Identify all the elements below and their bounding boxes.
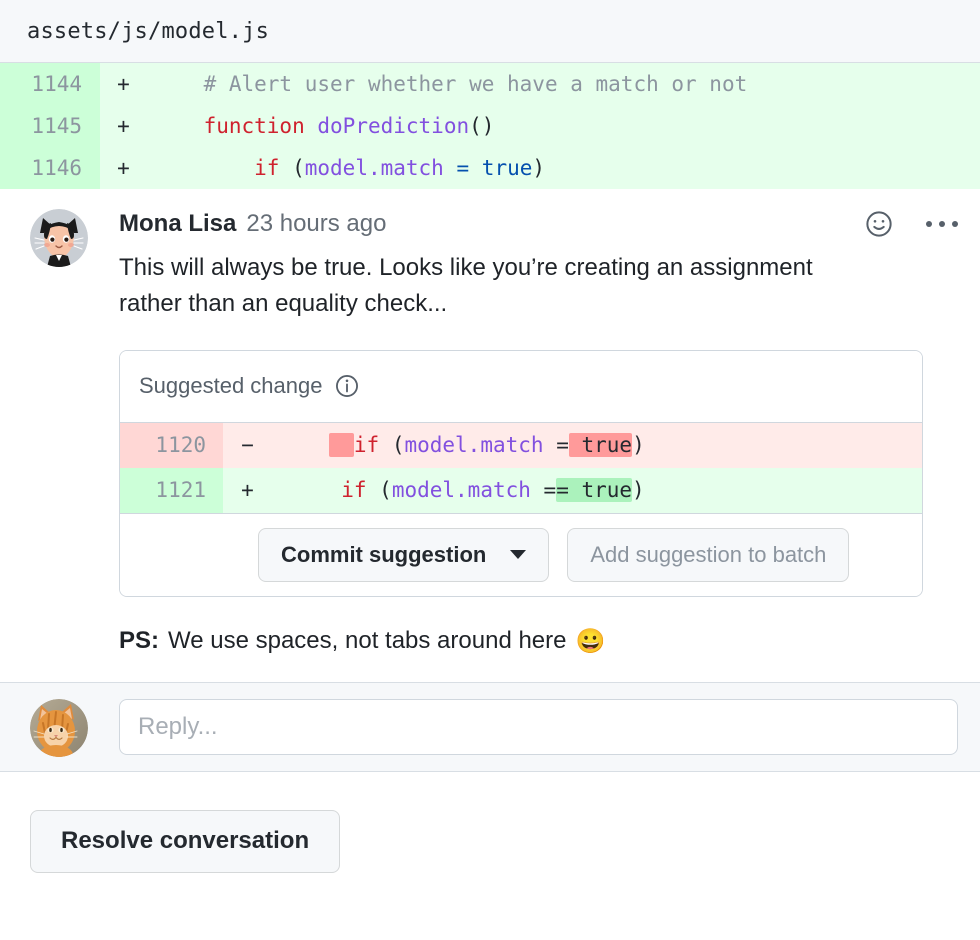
- code-token: (): [469, 114, 495, 138]
- code-token: if: [341, 478, 367, 503]
- code-token: if: [353, 433, 380, 458]
- mona-lisa-octocat-avatar: [30, 209, 88, 267]
- diff-sign: −: [223, 422, 272, 468]
- ps-label: PS:: [119, 627, 160, 655]
- commit-suggestion-button[interactable]: Commit suggestion: [258, 527, 550, 582]
- suggested-change-box: Suggested change 1120− if (model.match =…: [119, 349, 923, 597]
- kebab-menu-icon[interactable]: [926, 221, 958, 227]
- code-token: ): [632, 433, 645, 458]
- code-line: if (model.match = true): [147, 147, 980, 189]
- diff-line: 1144 + # Alert user whether we have a mat…: [0, 63, 980, 105]
- grinning-face-emoji: 😀: [575, 627, 606, 655]
- code-token: true: [568, 433, 633, 458]
- comment-meta: Mona Lisa 23 hours ago: [119, 207, 958, 241]
- code-review-thread: assets/js/model.js 1144 + # Alert user wh…: [0, 0, 980, 940]
- comment-timestamp: 23 hours ago: [246, 210, 387, 237]
- code-token: =: [543, 433, 569, 458]
- code-token: ): [532, 156, 546, 180]
- reply-placeholder: Reply...: [138, 712, 218, 740]
- line-number: 1120: [120, 422, 223, 468]
- commit-suggestion-label: Commit suggestion: [281, 541, 487, 567]
- code-token: = true: [556, 478, 633, 503]
- diff-line: 1145 + function doPrediction(): [0, 105, 980, 147]
- chevron-down-icon: [510, 550, 527, 560]
- code-token: ): [632, 478, 645, 503]
- code-line: if (model.match = true): [272, 422, 922, 468]
- code-token: # Alert user whether we have a match or …: [203, 72, 748, 96]
- ps-text: We use spaces, not tabs around here: [168, 627, 567, 655]
- diff-line: 1120− if (model.match = true): [120, 422, 922, 468]
- code-line: # Alert user whether we have a match or …: [147, 63, 980, 105]
- code-token: [328, 433, 354, 458]
- file-path: assets/js/model.js: [27, 18, 270, 44]
- suggestion-actions: Commit suggestion Add suggestion to batc…: [120, 512, 922, 596]
- reply-bar: Reply...: [0, 681, 980, 772]
- diff-line: 1146 + if (model.match = true): [0, 147, 980, 189]
- resolve-conversation-label: Resolve conversation: [61, 827, 310, 855]
- code-line: if (model.match == true): [272, 467, 922, 513]
- suggestion-header: Suggested change: [120, 350, 922, 423]
- line-number: 1145: [0, 105, 100, 147]
- diff-line: 1121 + if (model.match == true): [120, 467, 922, 513]
- code-token: model.match: [391, 478, 531, 503]
- avatar[interactable]: [30, 209, 88, 267]
- line-number: 1146: [0, 147, 100, 189]
- info-icon[interactable]: [334, 373, 360, 399]
- code-token: model.match: [304, 156, 444, 180]
- code-token: (: [379, 433, 405, 458]
- resolve-wrap: Resolve conversation: [0, 772, 980, 873]
- comment-author: Mona Lisa: [119, 210, 237, 237]
- add-suggestion-to-batch-button[interactable]: Add suggestion to batch: [567, 527, 850, 582]
- code-token: if: [254, 156, 280, 180]
- code-token: =: [456, 156, 470, 180]
- reply-avatar[interactable]: [30, 698, 88, 757]
- cat-avatar: [30, 698, 88, 757]
- reply-input[interactable]: Reply...: [119, 698, 958, 755]
- line-number: 1121: [120, 467, 223, 513]
- add-suggestion-to-batch-label: Add suggestion to batch: [590, 541, 827, 567]
- comment: Mona Lisa 23 hours ago This will always …: [0, 189, 980, 656]
- smiley-icon[interactable]: [862, 207, 896, 241]
- diff-sign: +: [223, 467, 272, 513]
- code-token: doPrediction: [317, 114, 470, 138]
- file-header: assets/js/model.js: [0, 0, 980, 63]
- diff-sign: +: [100, 147, 147, 189]
- code-token: (: [279, 156, 305, 180]
- code-token: model.match: [404, 433, 544, 458]
- suggestion-diff: 1120− if (model.match = true) 1121 + if (m…: [120, 422, 922, 513]
- ps-note: PS: We use spaces, not tabs around here …: [119, 627, 958, 656]
- suggestion-title: Suggested change: [139, 373, 323, 399]
- code-line: function doPrediction(): [147, 105, 980, 147]
- line-number: 1144: [0, 63, 100, 105]
- resolve-conversation-button[interactable]: Resolve conversation: [30, 809, 341, 873]
- code-token: true: [481, 156, 533, 180]
- code-token: =: [530, 478, 557, 503]
- diff-sign: +: [100, 105, 147, 147]
- diff-hunk: 1144 + # Alert user whether we have a mat…: [0, 63, 980, 189]
- code-token: (: [366, 478, 392, 503]
- code-token: function: [203, 114, 305, 138]
- diff-sign: +: [100, 63, 147, 105]
- comment-body: This will always be true. Looks like you…: [119, 254, 813, 318]
